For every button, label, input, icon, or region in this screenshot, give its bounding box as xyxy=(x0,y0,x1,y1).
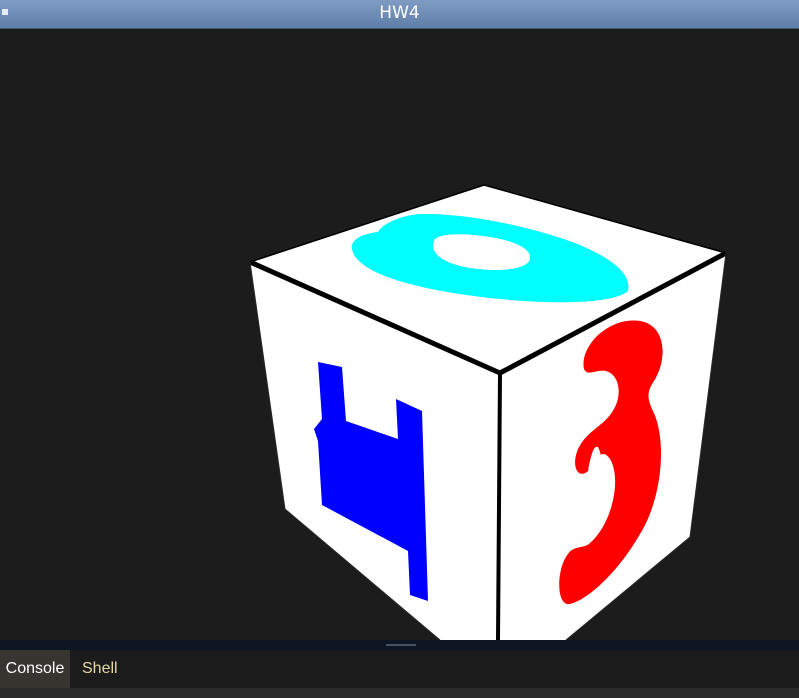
panel-body xyxy=(0,688,799,698)
bottom-panel-tabs: Console Shell xyxy=(0,650,799,688)
cube-edge-vertical xyxy=(496,372,502,640)
splitter-handle[interactable] xyxy=(386,644,416,646)
panel-splitter[interactable] xyxy=(0,640,799,650)
title-bar[interactable]: HW4 xyxy=(0,0,799,29)
tab-shell[interactable]: Shell xyxy=(82,650,118,688)
tab-console[interactable]: Console xyxy=(0,650,70,688)
cube-scene xyxy=(248,184,728,640)
window-title: HW4 xyxy=(379,3,420,23)
render-canvas[interactable] xyxy=(0,29,799,640)
app-window: HW4 Console Shell xyxy=(0,0,799,698)
